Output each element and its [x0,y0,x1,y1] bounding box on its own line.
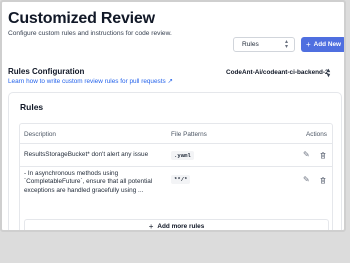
rules-card: Rules Description File Patterns Actions … [8,92,342,231]
chevron-updown-icon: ▴ ▾ [327,68,331,79]
pencil-icon[interactable]: ✎ [303,175,310,184]
add-new-button[interactable]: + Add New [301,37,344,52]
customized-review-panel: Customized Review Configure custom rules… [0,0,346,232]
rule-file-pattern: .yaml [171,151,194,160]
plus-icon: + [305,40,311,49]
table-header: Description File Patterns Actions [20,124,332,144]
trash-icon[interactable] [319,151,327,159]
repository-select-value: CodeAnt-Ai/codeant-ci-backend-2 [226,69,329,76]
background [0,232,350,263]
rules-configuration-title: Rules Configuration [8,67,85,76]
table-row: ResultsStorageBucket* don't alert any is… [20,144,332,167]
rule-description: ResultsStorageBucket* don't alert any is… [24,151,149,158]
repository-select[interactable]: CodeAnt-Ai/codeant-ci-backend-2 ▴ ▾ [226,68,331,82]
page-subtitle: Configure custom rules and instructions … [8,30,172,37]
page-title: Customized Review [8,10,155,27]
rules-heading: Rules [20,102,44,112]
add-more-rules-button[interactable]: + Add more rules [24,219,329,231]
plus-icon: + [148,222,154,231]
view-select[interactable]: Rules ▴ ▾ [233,37,295,52]
rules-table: Description File Patterns Actions Result… [19,123,333,231]
rule-file-pattern: **/* [171,175,191,184]
rules-help-link[interactable]: Learn how to write custom review rules f… [8,77,173,85]
add-new-label: Add New [313,41,341,48]
column-header-actions: Actions [306,131,327,138]
table-row: - In asynchronous methods using `Complet… [20,167,332,215]
view-select-value: Rules [242,41,259,48]
rule-description: - In asynchronous methods using `Complet… [24,170,153,194]
chevron-updown-icon: ▴ ▾ [284,39,288,50]
trash-icon[interactable] [319,176,327,184]
column-header-description: Description [24,131,56,138]
add-more-rules-label: Add more rules [157,223,205,230]
column-header-file-patterns: File Patterns [171,131,207,138]
pencil-icon[interactable]: ✎ [303,150,310,159]
